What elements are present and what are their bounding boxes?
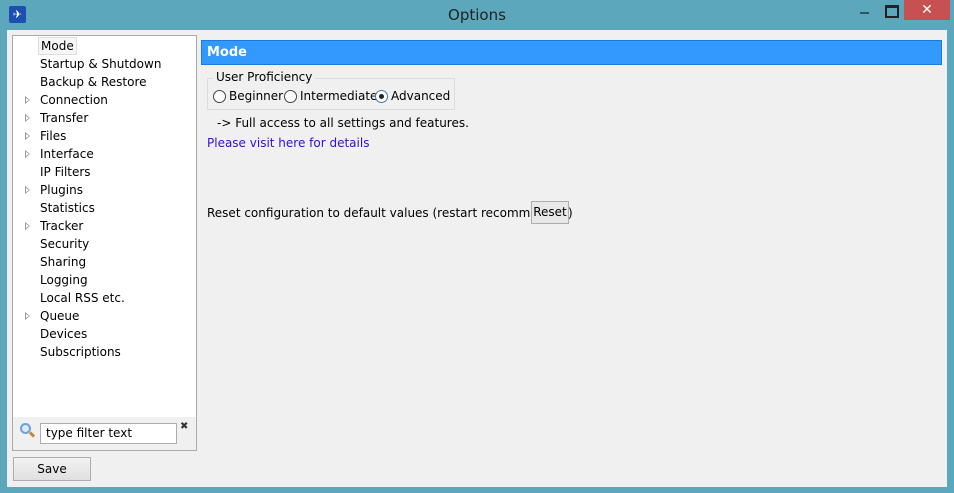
tree-item[interactable]: Backup & Restore: [38, 73, 149, 91]
reset-description: Reset configuration to default values (r…: [207, 206, 573, 220]
tree-item[interactable]: Interface: [38, 145, 96, 163]
tree-item[interactable]: Subscriptions: [38, 343, 123, 361]
radio-circle[interactable]: [213, 89, 226, 103]
expand-arrow-icon[interactable]: [25, 132, 30, 140]
tree-item[interactable]: Devices: [38, 325, 89, 343]
minimize-button[interactable]: [852, 0, 878, 21]
clear-filter-icon[interactable]: ✖: [180, 421, 188, 432]
expand-arrow-icon[interactable]: [25, 186, 30, 194]
radio-label: Advanced: [391, 89, 451, 103]
filter-input[interactable]: type filter text: [40, 423, 177, 444]
expand-arrow-icon[interactable]: [25, 114, 30, 122]
section-header: Mode: [201, 40, 942, 65]
proficiency-group-label: User Proficiency: [213, 70, 316, 84]
expand-arrow-icon[interactable]: [25, 96, 30, 104]
radio-circle[interactable]: [284, 89, 297, 103]
mode-description: -> Full access to all settings and featu…: [217, 116, 469, 130]
tree-item[interactable]: Local RSS etc.: [38, 289, 127, 307]
tree-item[interactable]: Startup & Shutdown: [38, 55, 163, 73]
tree-item[interactable]: Statistics: [38, 199, 97, 217]
tree-item[interactable]: Security: [38, 235, 91, 253]
close-button[interactable]: ✕: [904, 0, 950, 20]
radio-beginner[interactable]: Beginner: [213, 89, 283, 103]
expand-arrow-icon[interactable]: [25, 312, 30, 320]
radio-advanced[interactable]: Advanced: [375, 89, 450, 103]
tree-item[interactable]: Connection: [38, 91, 110, 109]
tree-item[interactable]: IP Filters: [38, 163, 93, 181]
radio-intermediate[interactable]: Intermediate: [284, 89, 377, 103]
save-button[interactable]: Save: [13, 457, 91, 481]
title-bar: ✈ Options ✕: [0, 0, 954, 30]
tree-item[interactable]: Logging: [38, 271, 90, 289]
options-tree[interactable]: Mode Startup & Shutdown Backup & Restore Co…: [12, 35, 197, 451]
maximize-button[interactable]: [878, 0, 904, 21]
window-title: Options: [448, 6, 506, 24]
radio-label: Beginner: [229, 89, 284, 103]
tree-item[interactable]: Files: [38, 127, 68, 145]
expand-arrow-icon[interactable]: [25, 222, 30, 230]
details-link[interactable]: Please visit here for details: [207, 136, 369, 150]
radio-label: Intermediate: [300, 89, 378, 103]
tree-item[interactable]: Tracker: [38, 217, 85, 235]
tree-item[interactable]: Plugins: [38, 181, 85, 199]
expand-arrow-icon[interactable]: [25, 150, 30, 158]
reset-button[interactable]: Reset: [531, 201, 569, 224]
tree-item[interactable]: Queue: [38, 307, 81, 325]
tree-item[interactable]: Sharing: [38, 253, 88, 271]
tree-item[interactable]: Mode: [38, 37, 77, 55]
tree-item[interactable]: Transfer: [38, 109, 90, 127]
radio-circle[interactable]: [375, 89, 388, 103]
